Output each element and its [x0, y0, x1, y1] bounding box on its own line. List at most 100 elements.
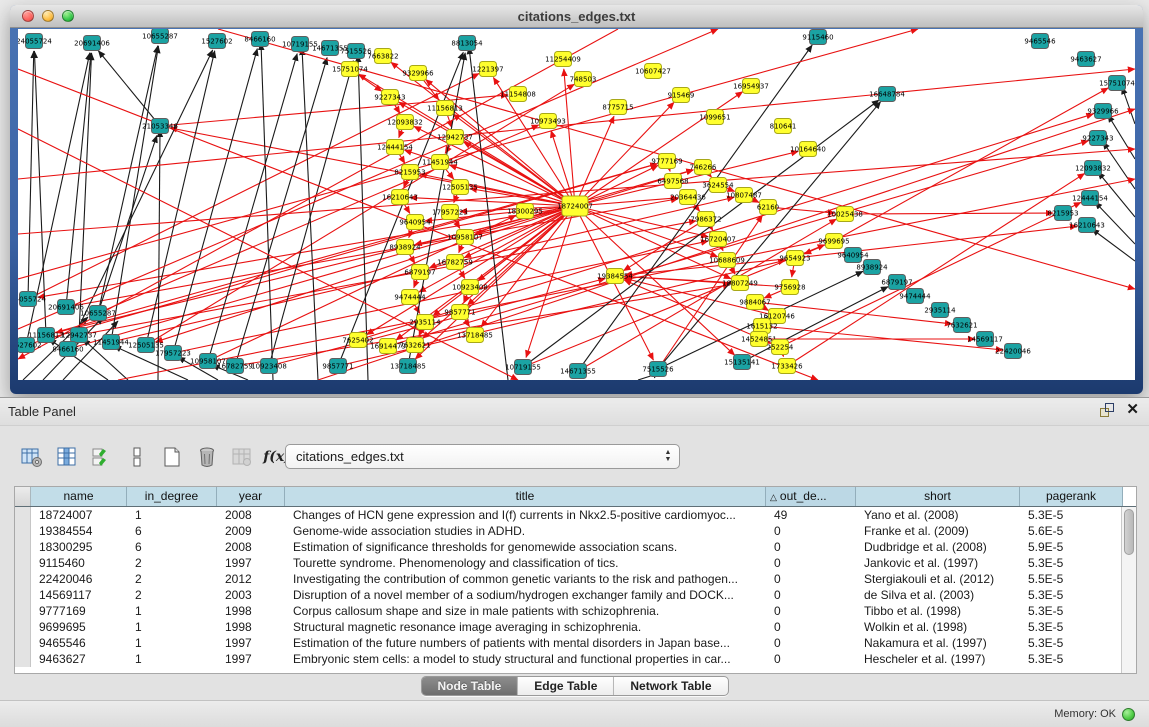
- table-cell[interactable]: Genome-wide association studies in ADHD.: [285, 523, 766, 539]
- table-cell[interactable]: 5.3E-5: [1020, 603, 1123, 619]
- table-cell[interactable]: 0: [766, 603, 856, 619]
- graph-node[interactable]: 10688609: [709, 253, 745, 268]
- table-row[interactable]: 969969511998Structural magnetic resonanc…: [15, 619, 1136, 635]
- table-row[interactable]: 911546021997Tourette syndrome. Phenomeno…: [15, 555, 1136, 571]
- graph-node[interactable]: 8215953: [1047, 206, 1078, 221]
- table-cell[interactable]: 0: [766, 587, 856, 603]
- graph-node[interactable]: 20364436: [670, 190, 706, 205]
- table-cell[interactable]: 5.9E-5: [1020, 539, 1123, 555]
- table-cell[interactable]: Yano et al. (2008): [856, 507, 1020, 523]
- graph-node[interactable]: 810641: [770, 119, 797, 134]
- table-cell[interactable]: 5.3E-5: [1020, 651, 1123, 667]
- graph-node[interactable]: 11154808: [500, 87, 536, 102]
- graph-node[interactable]: 8775715: [602, 100, 633, 115]
- graph-node[interactable]: 62160: [757, 200, 779, 215]
- graph-node[interactable]: 14671355: [560, 364, 596, 379]
- graph-node[interactable]: 6879197: [404, 265, 435, 280]
- table-cell[interactable]: 0: [766, 523, 856, 539]
- window-titlebar[interactable]: citations_edges.txt: [10, 5, 1143, 28]
- column-header-year[interactable]: year: [217, 487, 285, 506]
- table-cell[interactable]: 49: [766, 507, 856, 523]
- table-cell[interactable]: Tourette syndrome. Phenomenology and cla…: [285, 555, 766, 571]
- graph-node[interactable]: 12444154: [377, 140, 413, 155]
- table-cell[interactable]: Embryonic stem cells: a model to study s…: [285, 651, 766, 667]
- graph-node[interactable]: 15751074: [332, 62, 368, 77]
- graph-node[interactable]: 10923408: [452, 280, 488, 295]
- table-cell[interactable]: 19384554: [31, 523, 127, 539]
- table-cell[interactable]: 2: [127, 555, 217, 571]
- tab-node-table[interactable]: Node Table: [421, 677, 518, 695]
- table-cell[interactable]: 5.3E-5: [1020, 619, 1123, 635]
- network-canvas[interactable]: 2405572420691406106552871527602846616010…: [18, 29, 1135, 380]
- table-cell[interactable]: Stergiakouli et al. (2012): [856, 571, 1020, 587]
- graph-node[interactable]: 9329966: [402, 66, 434, 81]
- column-header-title[interactable]: title: [285, 487, 766, 506]
- graph-node[interactable]: 8466160: [52, 342, 83, 357]
- table-cell[interactable]: Nakamura et al. (1997): [856, 635, 1020, 651]
- table-cell[interactable]: 0: [766, 619, 856, 635]
- table-cell[interactable]: 1: [127, 507, 217, 523]
- table-cell[interactable]: 2: [127, 571, 217, 587]
- graph-node[interactable]: 7986372: [690, 212, 721, 227]
- graph-node[interactable]: 6497568: [657, 174, 688, 189]
- table-cell[interactable]: 2009: [217, 523, 285, 539]
- graph-node[interactable]: 11254409: [545, 52, 581, 67]
- table-cell[interactable]: 6: [127, 523, 217, 539]
- table-cell[interactable]: 5.3E-5: [1020, 635, 1123, 651]
- graph-node[interactable]: 13718485: [457, 328, 493, 343]
- table-cell[interactable]: Wolkin et al. (1998): [856, 619, 1020, 635]
- table-cell[interactable]: Franke et al. (2009): [856, 523, 1020, 539]
- table-cell[interactable]: Structural magnetic resonance image aver…: [285, 619, 766, 635]
- graph-node[interactable]: 16210643: [1069, 218, 1105, 233]
- table-cell[interactable]: 1998: [217, 603, 285, 619]
- graph-node[interactable]: 16954937: [733, 79, 769, 94]
- graph-node[interactable]: 11451944: [93, 335, 129, 350]
- table-row[interactable]: 1872400712008Changes of HCN gene express…: [15, 507, 1136, 523]
- column-header-in-degree[interactable]: in_degree: [127, 487, 217, 506]
- graph-node[interactable]: 2935114: [924, 303, 956, 318]
- graph-node[interactable]: 9227343: [1082, 131, 1113, 146]
- table-row[interactable]: 977716911998Corpus callosum shape and si…: [15, 603, 1136, 619]
- table-row[interactable]: 946554611997Estimation of the future num…: [15, 635, 1136, 651]
- graph-node[interactable]: 14569117: [967, 332, 1003, 347]
- graph-hub-node[interactable]: 18724007: [557, 196, 593, 216]
- tab-edge-table[interactable]: Edge Table: [518, 677, 614, 695]
- table-cell[interactable]: 9463627: [31, 651, 127, 667]
- graph-node[interactable]: 22420046: [995, 344, 1031, 359]
- table-cell[interactable]: 14569117: [31, 587, 127, 603]
- graph-node[interactable]: 12444154: [1072, 191, 1108, 206]
- table-cell[interactable]: 0: [766, 539, 856, 555]
- table-cell[interactable]: 1: [127, 603, 217, 619]
- table-cell[interactable]: 5.3E-5: [1020, 555, 1123, 571]
- graph-node[interactable]: 11156813: [427, 101, 463, 116]
- add-column-icon[interactable]: [55, 445, 79, 469]
- graph-node[interactable]: 7632621: [946, 318, 977, 333]
- table-cell[interactable]: 0: [766, 635, 856, 651]
- close-window-icon[interactable]: [22, 10, 34, 22]
- table-cell[interactable]: 0: [766, 555, 856, 571]
- column-header-short[interactable]: short: [856, 487, 1020, 506]
- table-select-dropdown[interactable]: citations_edges.txt ▲▼: [285, 444, 680, 469]
- graph-node[interactable]: 11451944: [422, 155, 458, 170]
- minimize-window-icon[interactable]: [42, 10, 54, 22]
- table-cell[interactable]: 18300295: [31, 539, 127, 555]
- new-table-icon[interactable]: [160, 445, 184, 469]
- graph-node[interactable]: 24055724: [18, 292, 46, 307]
- graph-node[interactable]: 9857771: [322, 359, 353, 374]
- table-cell[interactable]: 0: [766, 571, 856, 587]
- graph-node[interactable]: 8938924: [389, 240, 421, 255]
- zoom-window-icon[interactable]: [62, 10, 74, 22]
- table-row[interactable]: 2242004622012Investigating the contribut…: [15, 571, 1136, 587]
- table-cell[interactable]: 5.6E-5: [1020, 523, 1123, 539]
- table-cell[interactable]: Disruption of a novel member of a sodium…: [285, 587, 766, 603]
- table-cell[interactable]: Dudbridge et al. (2008): [856, 539, 1020, 555]
- table-cell[interactable]: 6: [127, 539, 217, 555]
- table-cell[interactable]: Estimation of the future numbers of pati…: [285, 635, 766, 651]
- table-cell[interactable]: 9699695: [31, 619, 127, 635]
- graph-node[interactable]: 9463627: [1070, 52, 1101, 67]
- graph-node[interactable]: 915469: [668, 88, 695, 103]
- table-cell[interactable]: Hescheler et al. (1997): [856, 651, 1020, 667]
- column-header-pagerank[interactable]: pagerank: [1020, 487, 1123, 506]
- delete-table-icon[interactable]: [195, 445, 219, 469]
- graph-node[interactable]: 16210643: [382, 190, 418, 205]
